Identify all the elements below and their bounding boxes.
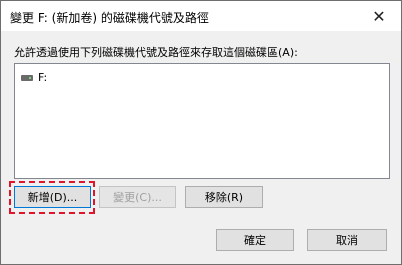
- remove-button[interactable]: 移除(R): [185, 186, 263, 208]
- list-item[interactable]: F:: [21, 71, 47, 84]
- cancel-button[interactable]: 取消: [307, 229, 387, 251]
- change-button[interactable]: 變更(C)...: [99, 186, 176, 208]
- list-item-label: F:: [38, 71, 48, 84]
- dialog-title: 變更 F: (新加卷) 的磁碟機代號及路徑: [10, 11, 209, 25]
- dialog-body: 允許透過使用下列磁碟機代號及路徑來存取這個磁碟區(A): F: 新增(D)...…: [1, 31, 401, 264]
- access-prompt-label: 允許透過使用下列磁碟機代號及路徑來存取這個磁碟區(A):: [14, 46, 298, 59]
- dialog-window: 變更 F: (新加卷) 的磁碟機代號及路徑 ✕ 允許透過使用下列磁碟機代號及路徑…: [0, 0, 402, 265]
- ok-button[interactable]: 確定: [216, 229, 294, 251]
- close-icon[interactable]: ✕: [357, 1, 401, 31]
- drive-icon: [21, 74, 33, 81]
- title-bar: 變更 F: (新加卷) 的磁碟機代號及路徑 ✕: [1, 1, 401, 31]
- add-button[interactable]: 新增(D)...: [14, 186, 91, 208]
- drive-path-list[interactable]: F:: [14, 63, 390, 179]
